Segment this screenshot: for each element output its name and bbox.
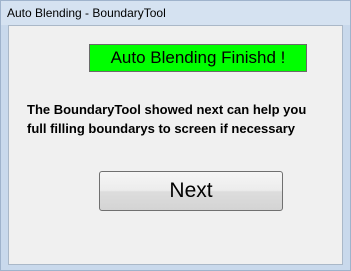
dialog-content: Auto Blending Finishd ! The BoundaryTool…	[8, 25, 343, 265]
message-line-2: full filling boundarys to screen if nece…	[27, 121, 296, 136]
instruction-message: The BoundaryTool showed next can help yo…	[27, 100, 337, 138]
dialog-window: Auto Blending - BoundaryTool Auto Blendi…	[0, 0, 351, 271]
title-bar[interactable]: Auto Blending - BoundaryTool	[1, 1, 350, 25]
window-title: Auto Blending - BoundaryTool	[7, 6, 166, 20]
message-line-1: The BoundaryTool showed next can help yo…	[27, 102, 307, 117]
next-button[interactable]: Next	[99, 171, 283, 211]
status-banner: Auto Blending Finishd !	[89, 44, 307, 72]
